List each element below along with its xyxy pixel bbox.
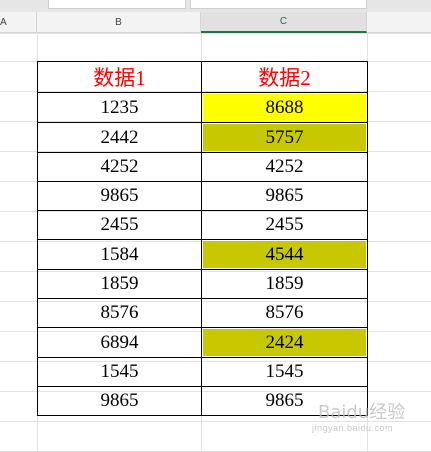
cell-b[interactable]: 1545 <box>37 357 202 387</box>
column-header-b[interactable]: B <box>37 12 201 33</box>
cell-b[interactable]: 9865 <box>37 181 202 211</box>
sheet-tab[interactable] <box>48 0 186 9</box>
cell-c[interactable]: 5757 <box>201 122 368 153</box>
cell-c[interactable]: 8688 <box>201 92 368 123</box>
top-strip <box>0 0 431 12</box>
cell-b[interactable]: 6894 <box>37 327 202 358</box>
cell-c-value: 4544 <box>203 241 366 268</box>
column-header-a[interactable]: A <box>0 12 37 33</box>
cell-b[interactable]: 4252 <box>37 152 202 182</box>
cell-c[interactable]: 2424 <box>201 327 368 358</box>
table-row: 1584 4544 <box>37 239 368 270</box>
watermark-logo: Baidu经验 <box>318 402 406 423</box>
table-row: 8576 8576 <box>37 298 368 328</box>
cell-c[interactable]: 2455 <box>201 210 368 240</box>
cell-c[interactable]: 8576 <box>201 298 368 328</box>
table-row: 1859 1859 <box>37 269 368 299</box>
gridline <box>0 33 431 34</box>
table-row: 9865 9865 <box>37 181 368 211</box>
table-row: 4252 4252 <box>37 152 368 182</box>
data-table: 数据1 数据2 1235 8688 2442 5757 4252 4252 98… <box>37 61 368 416</box>
column-header-c[interactable]: C <box>201 12 367 33</box>
table-row: 1545 1545 <box>37 357 368 387</box>
cell-c-value: 5757 <box>203 124 366 151</box>
table-row: 6894 2424 <box>37 327 368 358</box>
cell-b[interactable]: 9865 <box>37 386 202 416</box>
column-header-d[interactable] <box>367 12 431 33</box>
cell-c[interactable]: 1859 <box>201 269 368 299</box>
cell-b[interactable]: 2455 <box>37 210 202 240</box>
cell-b[interactable]: 1859 <box>37 269 202 299</box>
cell-c[interactable]: 4252 <box>201 152 368 182</box>
cell-b[interactable]: 1584 <box>37 239 202 270</box>
cell-c[interactable]: 1545 <box>201 357 368 387</box>
table-row: 1235 8688 <box>37 92 368 123</box>
cell-c-value: 2424 <box>203 329 366 356</box>
cell-c[interactable]: 4544 <box>201 239 368 270</box>
cell-b[interactable]: 8576 <box>37 298 202 328</box>
cell-b[interactable]: 1235 <box>37 92 202 123</box>
table-row: 2442 5757 <box>37 122 368 153</box>
sheet-tab[interactable] <box>190 0 367 9</box>
table-row: 2455 2455 <box>37 210 368 240</box>
header-cell-c[interactable]: 数据2 <box>201 61 368 93</box>
cell-b[interactable]: 2442 <box>37 122 202 153</box>
cell-c-value: 8688 <box>203 94 366 121</box>
cell-c[interactable]: 9865 <box>201 181 368 211</box>
header-cell-b[interactable]: 数据1 <box>37 61 202 93</box>
table-header-row: 数据1 数据2 <box>37 61 368 93</box>
watermark-url: jingyan.baidu.com <box>312 423 394 433</box>
